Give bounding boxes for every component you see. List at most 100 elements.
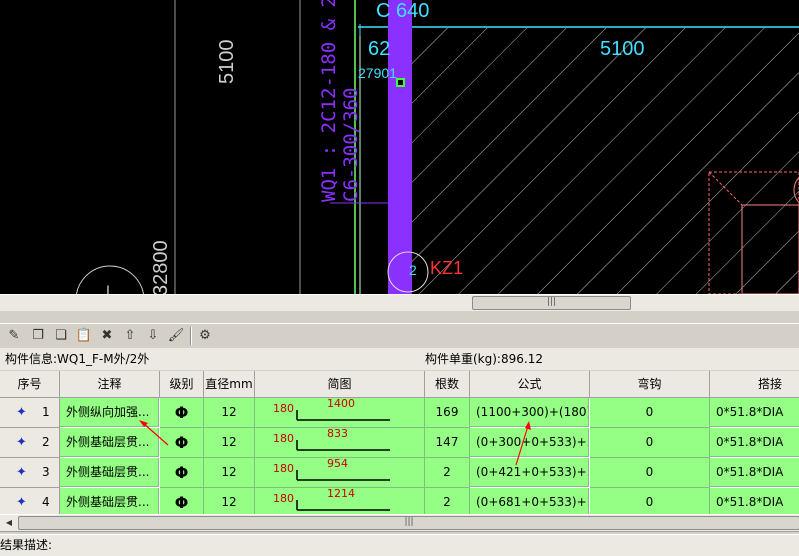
header-count[interactable]: 根数 (425, 371, 470, 398)
delete-icon[interactable]: ✖ (98, 327, 116, 345)
count-cell[interactable]: 2 (425, 488, 470, 514)
header-grade[interactable]: 级别 (160, 371, 204, 398)
formula-cell[interactable]: (0+300+0+533)+... (470, 428, 589, 457)
header-shape[interactable]: 简图 (255, 371, 425, 398)
rebar-row-icon: ✦ (16, 435, 27, 450)
settings-icon[interactable]: ⚙ (196, 327, 214, 345)
table-row[interactable]: ✦ 4 外侧基础层贯... Φ 12 180 1214 2 (0+681+0+533)+... 0… (0, 488, 799, 514)
rebar-shape-cell[interactable]: 180 954 (255, 458, 425, 488)
component-info: 构件信息:WQ1_F-M外/2外 (5, 352, 150, 366)
row-number-cell: ✦ 4 (0, 488, 60, 514)
cad-dim-top: C 640 (376, 0, 430, 22)
table-row[interactable]: ✦ 3 外侧基础层贯... Φ 12 180 954 2 (0+421+0+533)+... 0 0… (0, 458, 799, 488)
note-cell[interactable]: 外侧基础层贯... (60, 458, 159, 487)
row-number-cell: ✦ 2 (0, 428, 60, 458)
copy-icon[interactable]: ❐ (29, 327, 47, 345)
table-horizontal-scrollbar[interactable]: ◀ ||| (0, 514, 799, 532)
row-number: 3 (42, 465, 50, 479)
hook-cell[interactable]: 0 (590, 488, 710, 514)
dia-cell[interactable]: 12 (204, 458, 255, 488)
shape-top-length: 1214 (327, 488, 355, 500)
header-no[interactable]: 序号 (0, 371, 60, 398)
cad-label-62: 62 (368, 38, 391, 60)
note-cell[interactable]: 外侧基础层贯... (60, 428, 159, 457)
formula-cell[interactable]: (1100+300)+(180) (470, 398, 589, 427)
row-number-cell: ✦ 3 (0, 458, 60, 488)
grade-cell[interactable]: Φ (160, 488, 204, 514)
shape-top-length: 1400 (327, 398, 355, 410)
hook-cell[interactable]: 0 (590, 428, 710, 458)
scroll-left-icon[interactable]: ◀ (3, 517, 15, 528)
lap-cell[interactable]: 0*51.8*DIA (710, 458, 799, 487)
table-scrollbar-thumb[interactable]: ||| (18, 516, 799, 530)
grade-symbol: Φ (174, 493, 189, 512)
grade-symbol: Φ (174, 433, 189, 452)
cad-wall-annotation: WQ1 : 2C12-180 & 2C (318, 0, 340, 202)
rebar-row-icon: ✦ (16, 465, 27, 480)
cad-column-number: 2 (409, 262, 417, 278)
grade-cell[interactable]: Φ (160, 428, 204, 458)
cad-label-27901: 27901 (358, 65, 397, 81)
cad-dim-right: 5100 (600, 38, 645, 60)
note-cell[interactable]: 外侧纵向加强... (60, 398, 159, 427)
grade-cell[interactable]: Φ (160, 458, 204, 488)
rebar-toolbar: ✎ ❐ ❏ 📋 ✖ ⇧ ⇩ 🖌 ⚙ (0, 323, 799, 349)
formula-cell[interactable]: (0+681+0+533)+... (470, 488, 589, 514)
splitter[interactable] (0, 311, 799, 323)
count-cell[interactable]: 169 (425, 398, 470, 428)
hook-cell[interactable]: 0 (590, 398, 710, 428)
lap-cell[interactable]: 0*51.8*DIA (710, 488, 799, 514)
cad-dim-bottom-left: 32800 (150, 240, 172, 294)
cad-horizontal-scrollbar[interactable]: ||| (0, 294, 799, 312)
cad-column-label: KZ1 (430, 258, 464, 278)
header-lap[interactable]: 搭接 (710, 371, 799, 398)
dia-cell[interactable]: 12 (204, 428, 255, 458)
move-up-icon[interactable]: ⇧ (121, 327, 139, 345)
header-diameter[interactable]: 直径mm (204, 371, 255, 398)
rebar-row-icon: ✦ (16, 495, 27, 510)
header-formula[interactable]: 公式 (470, 371, 590, 398)
rebar-shape-cell[interactable]: 180 1214 (255, 488, 425, 514)
dia-cell[interactable]: 12 (204, 488, 255, 514)
rebar-table: 序号 注释 级别 直径mm 简图 根数 公式 弯钩 搭接 ✦ 1 外侧纵向加强...… (0, 371, 799, 514)
rebar-row-icon: ✦ (16, 405, 27, 420)
shape-left-length: 180 (273, 492, 294, 505)
cad-scrollbar-thumb[interactable]: ||| (472, 296, 631, 310)
shape-left-length: 180 (273, 402, 294, 415)
cad-wall-annotation-2: C6-300/360 (340, 87, 362, 202)
dia-cell[interactable]: 12 (204, 398, 255, 428)
clipboard-icon[interactable]: 📋 (75, 327, 93, 345)
row-number: 4 (42, 495, 50, 509)
grade-cell[interactable]: Φ (160, 398, 204, 428)
lap-cell[interactable]: 0*51.8*DIA (710, 398, 799, 427)
shape-left-length: 180 (273, 432, 294, 445)
cad-drawing (76, 0, 799, 294)
formula-cell[interactable]: (0+421+0+533)+... (470, 458, 589, 487)
hook-cell[interactable]: 0 (590, 458, 710, 488)
move-down-icon[interactable]: ⇩ (144, 327, 162, 345)
count-cell[interactable]: 147 (425, 428, 470, 458)
note-cell[interactable]: 外侧基础层贯... (60, 488, 159, 514)
table-row[interactable]: ✦ 1 外侧纵向加强... Φ 12 180 1400 169 (1100+300)+(180)… (0, 398, 799, 428)
lap-cell[interactable]: 0*51.8*DIA (710, 428, 799, 457)
shape-top-length: 954 (327, 458, 348, 470)
unit-weight: 构件单重(kg):896.12 (425, 352, 543, 366)
count-cell[interactable]: 2 (425, 458, 470, 488)
grade-symbol: Φ (174, 463, 189, 482)
rebar-shape-cell[interactable]: 180 1400 (255, 398, 425, 428)
toolbar-separator (190, 327, 192, 345)
pencil-icon[interactable]: ✎ (5, 327, 23, 345)
cad-axis-label: I (106, 282, 110, 294)
cad-dim-left: 5100 (216, 39, 238, 85)
result-description-label: 结果描述: (0, 538, 53, 552)
table-row[interactable]: ✦ 2 外侧基础层贯... Φ 12 180 833 147 (0+300+0+533)+...… (0, 428, 799, 458)
shape-left-length: 180 (273, 462, 294, 475)
header-hook[interactable]: 弯钩 (590, 371, 710, 398)
paste-icon[interactable]: ❏ (52, 327, 70, 345)
brush-icon[interactable]: 🖌 (167, 327, 185, 345)
row-number: 1 (42, 405, 50, 419)
rebar-shape-cell[interactable]: 180 833 (255, 428, 425, 458)
cad-canvas[interactable]: 5100 C 640 5100 62 27901 WQ1 : 2C12-180 … (0, 0, 799, 294)
header-note[interactable]: 注释 (60, 371, 160, 398)
shape-top-length: 833 (327, 428, 348, 440)
